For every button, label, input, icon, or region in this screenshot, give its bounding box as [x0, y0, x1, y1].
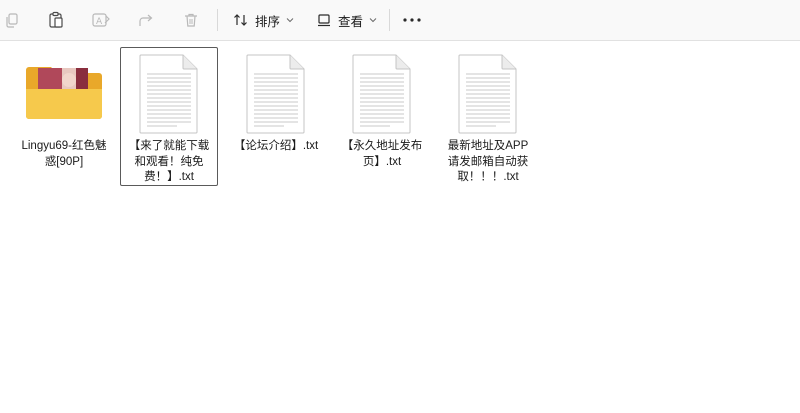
copy-button[interactable] — [0, 6, 26, 34]
sort-icon — [233, 12, 249, 28]
file-name: 【论坛介绍】.txt — [233, 140, 319, 152]
text-file-icon — [246, 54, 306, 139]
file-name: Lingyu69-红色魅惑[90P] — [21, 140, 107, 168]
file-item[interactable]: 【来了就能下载和观看！纯免费！】.txt — [120, 47, 218, 186]
share-button[interactable] — [132, 6, 160, 34]
file-name: 最新地址及APP请发邮箱自动获取！！！.txt — [447, 140, 529, 183]
sort-button[interactable]: 排序 — [229, 6, 298, 34]
view-label: 查看 — [338, 14, 364, 29]
file-item[interactable]: 【论坛介绍】.txt — [227, 47, 325, 186]
paste-icon — [48, 11, 64, 29]
rename-icon: A — [92, 12, 110, 28]
view-icon — [316, 12, 332, 28]
view-button[interactable]: 查看 — [312, 6, 381, 34]
more-button[interactable] — [398, 6, 426, 34]
text-file-icon — [352, 54, 412, 139]
folder-icon — [24, 62, 104, 127]
file-name: 【来了就能下载和观看！纯免费！】.txt — [128, 140, 210, 183]
text-file-icon — [139, 54, 199, 139]
file-name: 【永久地址发布页】.txt — [341, 140, 423, 168]
svg-text:A: A — [96, 17, 103, 27]
share-icon — [138, 12, 154, 28]
delete-icon — [183, 12, 199, 28]
paste-button[interactable] — [42, 6, 70, 34]
toolbar-divider — [217, 9, 218, 31]
file-item[interactable]: 最新地址及APP请发邮箱自动获取！！！.txt — [439, 47, 537, 186]
chevron-down-icon — [286, 17, 294, 23]
delete-button[interactable] — [177, 6, 205, 34]
toolbar-divider — [389, 9, 390, 31]
more-icon — [403, 18, 421, 22]
text-file-icon — [458, 54, 518, 139]
rename-button[interactable]: A — [87, 6, 115, 34]
copy-icon — [4, 12, 20, 28]
file-item[interactable]: 【永久地址发布页】.txt — [333, 47, 431, 186]
chevron-down-icon — [369, 17, 377, 23]
file-view: Lingyu69-红色魅惑[90P] 【来了就能下载和观看！纯免费！】.txt — [0, 42, 800, 413]
sort-label: 排序 — [255, 14, 281, 29]
command-bar: A 排序 查看 — [0, 0, 800, 41]
folder-item[interactable]: Lingyu69-红色魅惑[90P] — [15, 47, 113, 186]
